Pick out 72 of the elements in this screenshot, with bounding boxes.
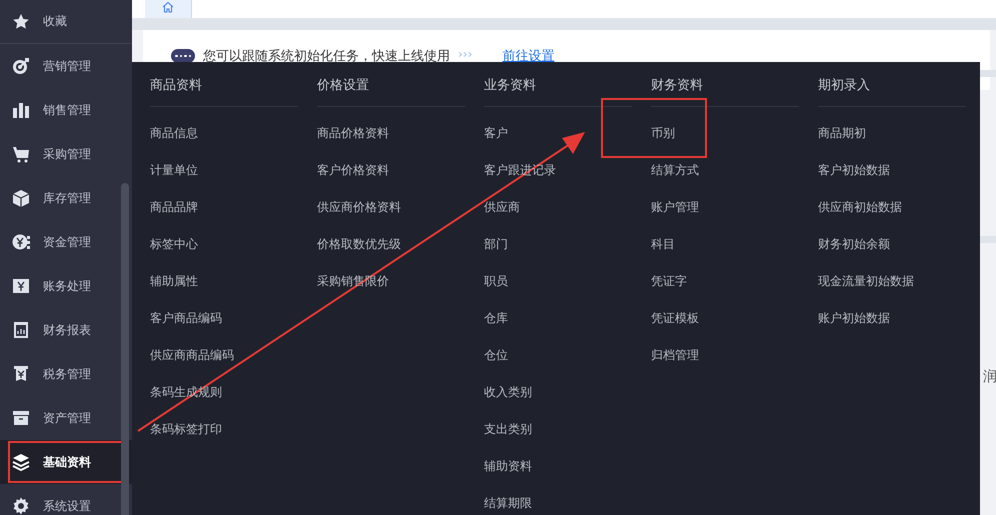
scrollbar[interactable] xyxy=(121,183,129,515)
sidebar-item[interactable]: 账务处理 xyxy=(0,264,132,308)
tax-icon xyxy=(12,365,30,383)
column-heading: 财务资料 xyxy=(651,76,799,107)
sidebar-item[interactable]: 营销管理 xyxy=(0,44,132,88)
coin-icon xyxy=(12,233,30,251)
menu-item[interactable]: 归档管理 xyxy=(651,348,699,362)
menu-item[interactable]: 仓位 xyxy=(484,348,508,362)
menu-item[interactable]: 标签中心 xyxy=(150,237,198,251)
target-icon xyxy=(12,57,30,75)
panel-edge xyxy=(980,70,996,77)
menu-item[interactable]: 现金流量初始数据 xyxy=(818,274,914,288)
menu-item[interactable]: 职员 xyxy=(484,274,508,288)
menu-item[interactable]: 商品价格资料 xyxy=(317,126,389,140)
notice-text: 您可以跟随系统初始化任务，快速上线使用 xyxy=(203,48,450,65)
more-icon xyxy=(171,49,195,63)
sidebar-item[interactable]: 采购管理 xyxy=(0,132,132,176)
menu-item[interactable]: 辅助属性 xyxy=(150,274,198,288)
archive-box-icon xyxy=(12,409,30,427)
menu-item[interactable]: 条码标签打印 xyxy=(150,422,222,436)
column-heading: 业务资料 xyxy=(484,76,632,107)
sidebar-item[interactable]: 资产管理 xyxy=(0,396,132,440)
column-heading: 商品资料 xyxy=(150,76,298,107)
menu-item[interactable]: 支出类别 xyxy=(484,422,532,436)
setup-link[interactable]: 前往设置 xyxy=(502,47,554,65)
cube-icon xyxy=(12,189,30,207)
menu-item[interactable]: 供应商价格资料 xyxy=(317,200,401,214)
column-heading: 价格设置 xyxy=(317,76,465,107)
menu-item[interactable]: 账户管理 xyxy=(651,200,699,214)
sidebar-item[interactable]: 税务管理 xyxy=(0,352,132,396)
menu-item[interactable]: 计量单位 xyxy=(150,163,198,177)
panel-edge xyxy=(980,236,996,243)
menu-item[interactable]: 凭证字 xyxy=(651,274,687,288)
menu-item[interactable]: 结算方式 xyxy=(651,163,699,177)
cart-icon xyxy=(12,145,30,163)
menu-item[interactable]: 收入类别 xyxy=(484,385,532,399)
cut-text: 润 xyxy=(983,368,996,386)
menu-item[interactable]: 客户价格资料 xyxy=(317,163,389,177)
column-heading: 期初录入 xyxy=(818,76,966,107)
sidebar-item[interactable]: 财务报表 xyxy=(0,308,132,352)
menu-item[interactable]: 商品期初 xyxy=(818,126,866,140)
sidebar-item[interactable]: 基础资料 xyxy=(0,440,132,484)
menu-item[interactable]: 结算期限 xyxy=(484,496,532,510)
home-tab[interactable] xyxy=(145,0,192,18)
menu-item[interactable]: 供应商 xyxy=(484,200,520,214)
menu-item[interactable]: 凭证模板 xyxy=(651,311,699,325)
menu-item[interactable]: 部门 xyxy=(484,237,508,251)
menu-item[interactable]: 科目 xyxy=(651,237,675,251)
chevrons-text: ››› xyxy=(458,47,472,61)
menu-item[interactable]: 仓库 xyxy=(484,311,508,325)
menu-item[interactable]: 商品品牌 xyxy=(150,200,198,214)
menu-item[interactable]: 商品信息 xyxy=(150,126,198,140)
menu-item[interactable]: 供应商商品编码 xyxy=(150,348,234,362)
sidebar-item[interactable]: 库存管理 xyxy=(0,176,132,220)
layers-icon xyxy=(12,453,30,471)
home-icon xyxy=(161,0,175,14)
menu-item[interactable]: 客户初始数据 xyxy=(818,163,890,177)
menu-item[interactable]: 客户 xyxy=(484,126,508,140)
sidebar-item[interactable]: 资金管理 xyxy=(0,220,132,264)
menu-item[interactable]: 价格取数优先级 xyxy=(317,237,401,251)
sidebar-item[interactable]: 系统设置 xyxy=(0,484,132,515)
menu-item[interactable]: 辅助资料 xyxy=(484,459,532,473)
menu-item[interactable]: 客户商品编码 xyxy=(150,311,222,325)
menu-item[interactable]: 供应商初始数据 xyxy=(818,200,902,214)
menu-item[interactable]: 币别 xyxy=(651,126,675,140)
menu-item[interactable]: 财务初始余额 xyxy=(818,237,890,251)
report-icon xyxy=(12,321,30,339)
star-icon xyxy=(12,12,30,30)
bar-chart-icon xyxy=(12,101,30,119)
menu-item[interactable]: 账户初始数据 xyxy=(818,311,890,325)
yen-card-icon xyxy=(12,277,30,295)
sidebar-item[interactable]: 销售管理 xyxy=(0,88,132,132)
